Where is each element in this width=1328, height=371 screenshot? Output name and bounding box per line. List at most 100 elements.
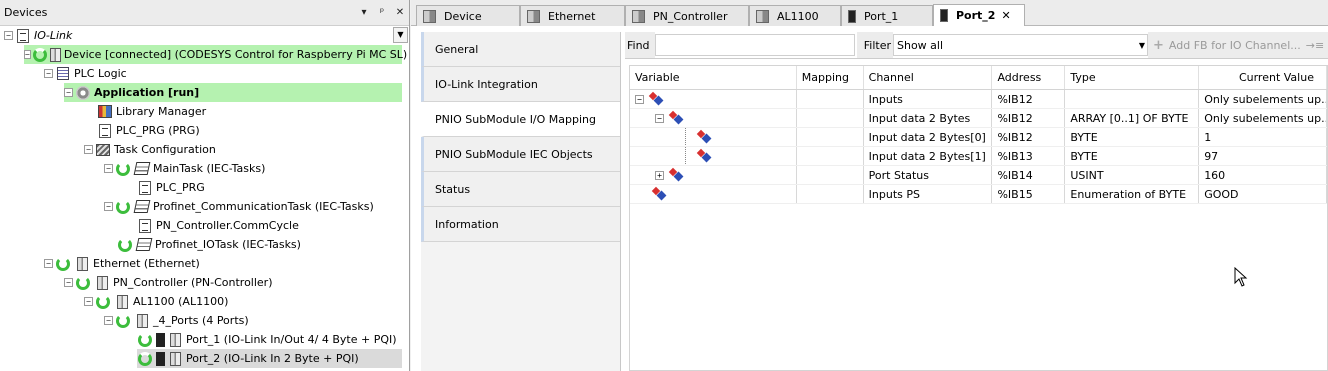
tab-ethernet[interactable]: Ethernet <box>520 5 625 26</box>
tree-item-port-2[interactable]: Port_2 (IO-Link In 2 Byte + PQI) <box>137 349 402 368</box>
collapse-icon[interactable]: − <box>44 259 53 268</box>
devices-panel: Devices ▾ ᵖ ✕ ▼ − IO-Link − Device [conn… <box>0 0 410 371</box>
tab-port-2[interactable]: Port_2 ✕ <box>933 4 1025 26</box>
sync-icon <box>117 237 133 253</box>
tree-item-iotask[interactable]: Profinet_IOTask (IEC-Tasks) <box>117 235 301 254</box>
tree-item-port-1[interactable]: Port_1 (IO-Link In/Out 4/ 4 Byte + PQI) <box>137 330 397 349</box>
device-icon <box>49 47 61 63</box>
tree-item-library-manager[interactable]: Library Manager <box>97 102 206 121</box>
tab-pnio-iec-objects[interactable]: PNIO SubModule IEC Objects <box>421 137 620 172</box>
tree-item-label: PLC_PRG <box>156 181 205 194</box>
tab-information[interactable]: Information <box>421 207 620 242</box>
port-icon <box>156 332 165 347</box>
goto-instance-icon[interactable]: →≡ <box>1306 39 1324 52</box>
tree-item-label: PLC_PRG (PRG) <box>116 124 200 137</box>
close-icon[interactable]: ✕ <box>391 7 409 18</box>
mapping-cell[interactable] <box>797 147 864 165</box>
tree-item-commcycle[interactable]: PN_Controller.CommCycle <box>137 216 299 235</box>
collapse-icon[interactable]: − <box>64 278 73 287</box>
current-value-cell: 1 <box>1199 128 1327 146</box>
collapse-icon[interactable]: − <box>655 113 664 123</box>
tab-pnio-io-mapping[interactable]: PNIO SubModule I/O Mapping <box>421 102 620 137</box>
column-header-current-value[interactable]: Current Value <box>1199 66 1327 89</box>
find-input[interactable] <box>655 34 855 56</box>
variable-cell[interactable]: − <box>630 109 797 127</box>
column-header-mapping[interactable]: Mapping <box>797 66 864 89</box>
task-icon <box>133 199 151 215</box>
collapse-icon[interactable]: − <box>64 88 73 97</box>
devices-header: Devices ▾ ᵖ ✕ <box>0 0 409 26</box>
collapse-icon[interactable]: − <box>4 31 13 40</box>
collapse-icon[interactable]: − <box>84 145 93 154</box>
address-cell: %IB12 <box>992 90 1066 108</box>
tab-al1100[interactable]: AL1100 <box>749 5 841 26</box>
tab-device[interactable]: Device <box>416 5 520 26</box>
type-cell: USINT <box>1065 166 1200 184</box>
address-cell: %IB14 <box>992 166 1066 184</box>
column-header-channel[interactable]: Channel <box>864 66 993 89</box>
find-filter-bar: Find Filter Show all ▼ + Add FB for IO C… <box>625 32 1328 59</box>
program-icon <box>97 123 113 139</box>
close-tab-icon[interactable]: ✕ <box>1001 9 1010 22</box>
tree-item-ethernet[interactable]: − Ethernet (Ethernet) <box>44 254 200 273</box>
table-row[interactable]: Input data 2 Bytes[1] %IB13 BYTE 97 <box>630 147 1327 166</box>
expand-icon[interactable]: + <box>655 170 664 180</box>
collapse-icon[interactable]: − <box>24 50 31 59</box>
filter-select[interactable]: Show all ▼ <box>893 34 1148 56</box>
mapping-cell[interactable] <box>797 185 864 203</box>
pin-icon[interactable]: ᵖ <box>373 7 391 18</box>
collapse-icon[interactable]: − <box>104 202 113 211</box>
table-row[interactable]: Input data 2 Bytes[0] %IB12 BYTE 1 <box>630 128 1327 147</box>
mapping-cell[interactable] <box>797 128 864 146</box>
tree-item-task-configuration[interactable]: − Task Configuration <box>84 140 216 159</box>
tree-item-maintask-call[interactable]: PLC_PRG <box>137 178 205 197</box>
input-channel-icon <box>698 150 712 162</box>
table-row[interactable]: Inputs PS %IB15 Enumeration of BYTE GOOD <box>630 185 1327 204</box>
tree-item-application[interactable]: − Application [run] <box>64 83 402 102</box>
mapping-cell[interactable] <box>797 90 864 108</box>
add-fb-button[interactable]: + Add FB for IO Channel... →≡ <box>1148 32 1328 58</box>
scroll-down-icon[interactable]: ▼ <box>393 27 408 43</box>
tab-io-link-integration[interactable]: IO-Link Integration <box>421 67 620 102</box>
table-row[interactable]: − Input data 2 Bytes %IB12 ARRAY [0..1] … <box>630 109 1327 128</box>
tree-connector <box>685 128 686 146</box>
tree-item-project[interactable]: − IO-Link <box>4 26 72 45</box>
tree-item-4-ports[interactable]: − _4_Ports (4 Ports) <box>104 311 249 330</box>
dropdown-icon[interactable]: ▾ <box>355 7 373 18</box>
tree-item-plc-logic[interactable]: − PLC Logic <box>44 64 127 83</box>
collapse-icon[interactable]: − <box>104 316 113 325</box>
variable-cell[interactable] <box>630 147 797 165</box>
tree-item-device[interactable]: − Device [connected] (CODESYS Control fo… <box>24 45 407 64</box>
tree-item-maintask[interactable]: − MainTask (IEC-Tasks) <box>104 159 265 178</box>
tree-item-communication-task[interactable]: − Profinet_CommunicationTask (IEC-Tasks) <box>104 197 374 216</box>
sync-icon <box>115 161 131 177</box>
tree-item-al1100[interactable]: − AL1100 (AL1100) <box>84 292 228 311</box>
variable-cell[interactable] <box>630 128 797 146</box>
collapse-icon[interactable]: − <box>44 69 53 78</box>
input-channel-icon <box>650 93 664 105</box>
channel-cell: Input data 2 Bytes[0] <box>864 128 993 146</box>
device-icon <box>167 351 183 367</box>
tab-general[interactable]: General <box>421 32 620 67</box>
collapse-icon[interactable]: − <box>104 164 113 173</box>
mapping-cell[interactable] <box>797 166 864 184</box>
tree-item-plc-prg[interactable]: PLC_PRG (PRG) <box>97 121 200 140</box>
tab-port-1[interactable]: Port_1 <box>841 5 933 26</box>
tab-pn-controller[interactable]: PN_Controller <box>625 5 749 26</box>
collapse-icon[interactable]: − <box>84 297 93 306</box>
tab-status[interactable]: Status <box>421 172 620 207</box>
mapping-cell[interactable] <box>797 109 864 127</box>
sync-icon <box>32 47 47 63</box>
table-row[interactable]: − Inputs %IB12 Only subelements up... <box>630 90 1327 109</box>
table-row[interactable]: + Port Status %IB14 USINT 160 <box>630 166 1327 185</box>
variable-cell[interactable]: + <box>630 166 797 184</box>
type-cell: ARRAY [0..1] OF BYTE <box>1065 109 1200 127</box>
column-header-variable[interactable]: Variable <box>630 66 797 89</box>
variable-cell[interactable] <box>630 185 797 203</box>
mouse-cursor-icon <box>1234 267 1248 287</box>
tree-item-pn-controller[interactable]: − PN_Controller (PN-Controller) <box>64 273 273 292</box>
column-header-type[interactable]: Type <box>1065 66 1200 89</box>
column-header-address[interactable]: Address <box>992 66 1066 89</box>
collapse-icon[interactable]: − <box>635 94 644 104</box>
variable-cell[interactable]: − <box>630 90 797 108</box>
